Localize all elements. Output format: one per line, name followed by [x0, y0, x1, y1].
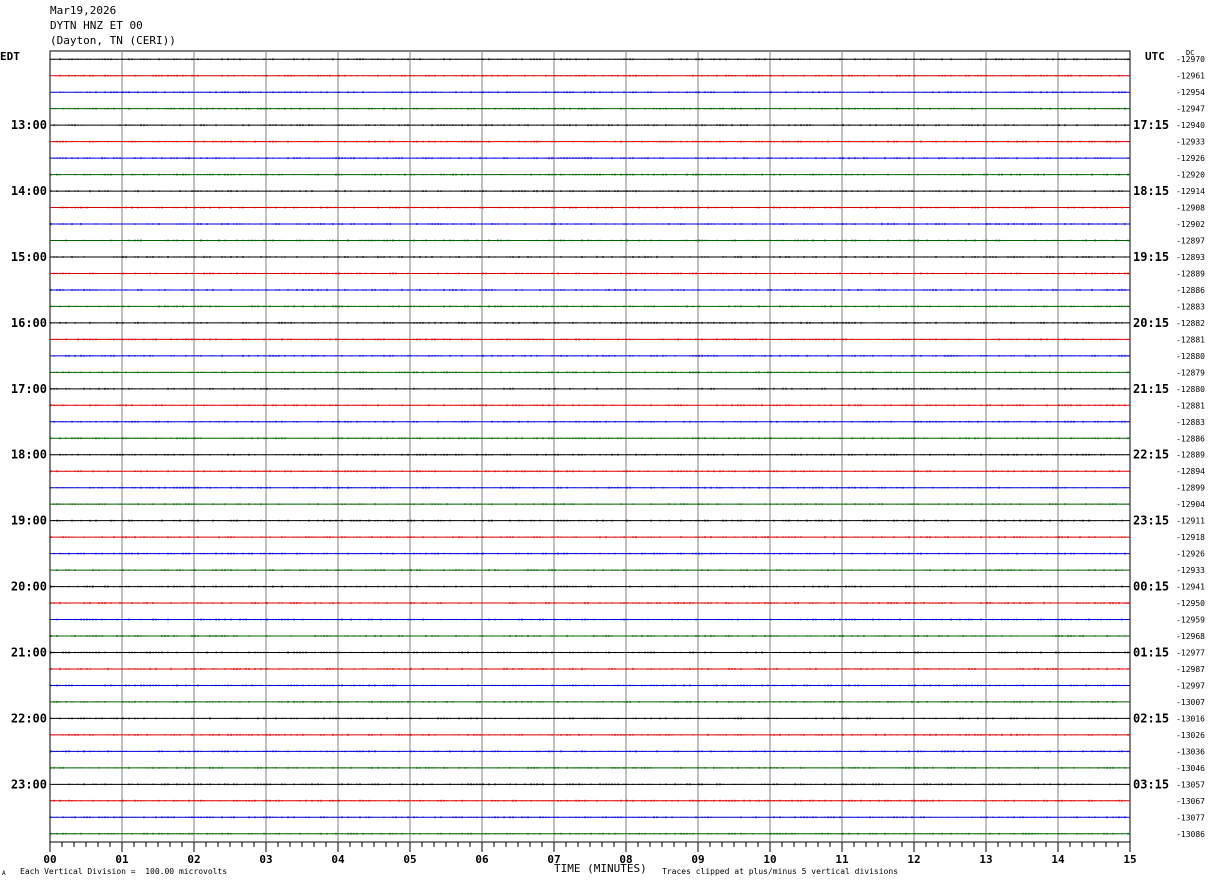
- x-axis-label: TIME (MINUTES): [554, 862, 647, 875]
- dc-offset-label: -12886: [1176, 434, 1205, 443]
- dc-label: DC: [1186, 49, 1195, 57]
- dc-offset-label: -13086: [1176, 830, 1205, 839]
- x-tick-label: 12: [907, 853, 920, 866]
- dc-offset-label: -12893: [1176, 253, 1205, 262]
- dc-offset-label: -12940: [1176, 121, 1205, 130]
- left-time-label: 13:00: [11, 118, 47, 132]
- label-layer: 00 01 02 03 04 05 06 07 08 09 10 11 12 13 14 15-12970-1…: [11, 55, 1205, 866]
- dc-offset-label: -12941: [1176, 583, 1205, 592]
- left-axis-title: EDT: [0, 50, 20, 63]
- x-tick-label: 15: [1123, 853, 1136, 866]
- x-tick-label: 03: [259, 853, 272, 866]
- dc-offset-label: -12997: [1176, 681, 1205, 690]
- left-time-label: 23:00: [11, 777, 47, 791]
- dc-offset-label: -12894: [1176, 467, 1205, 476]
- dc-offset-label: -12881: [1176, 401, 1205, 410]
- right-time-label: 22:15: [1133, 448, 1169, 462]
- right-time-label: 01:15: [1133, 645, 1169, 659]
- x-tick-label: 06: [475, 853, 489, 866]
- dc-offset-label: -12882: [1176, 319, 1205, 328]
- trace-noise-10: [59, 206, 1123, 209]
- x-tick-label: 05: [403, 853, 416, 866]
- grid-layer: [49, 50, 1131, 843]
- dc-offset-label: -12914: [1176, 187, 1205, 196]
- dc-offset-label: -12880: [1176, 385, 1205, 394]
- dc-offset-label: -12883: [1176, 302, 1205, 311]
- right-time-label: 18:15: [1133, 184, 1169, 198]
- dc-offset-label: -12879: [1176, 368, 1205, 377]
- right-time-label: 17:15: [1133, 118, 1169, 132]
- x-tick-label: 11: [835, 853, 849, 866]
- dc-offset-label: -12918: [1176, 533, 1205, 542]
- x-tick-label: 02: [187, 853, 200, 866]
- clip-note: Traces clipped at plus/minus 5 vertical …: [662, 867, 899, 876]
- x-tick-label: 10: [763, 853, 776, 866]
- dc-offset-label: -12881: [1176, 335, 1205, 344]
- dc-offset-label: -12954: [1176, 88, 1205, 97]
- left-time-label: 15:00: [11, 250, 47, 264]
- dc-offset-label: -12933: [1176, 566, 1205, 575]
- x-tick-label: 14: [1051, 853, 1065, 866]
- dc-offset-label: -12926: [1176, 550, 1205, 559]
- dc-offset-label: -13007: [1176, 698, 1205, 707]
- left-time-label: 17:00: [11, 382, 47, 396]
- dc-offset-label: -12908: [1176, 204, 1205, 213]
- dc-offset-label: -13077: [1176, 813, 1205, 822]
- x-tick-label: 04: [331, 853, 345, 866]
- scale-note: Each Vertical Division = 100.00 microvol…: [20, 867, 228, 876]
- dc-offset-label: -12886: [1176, 286, 1205, 295]
- x-tick-label: 09: [691, 853, 704, 866]
- right-time-label: 19:15: [1133, 250, 1169, 264]
- dc-offset-label: -13046: [1176, 764, 1205, 773]
- right-time-label: 23:15: [1133, 514, 1169, 528]
- dc-offset-label: -13057: [1176, 780, 1205, 789]
- dc-offset-label: -12920: [1176, 171, 1205, 180]
- left-time-label: 19:00: [11, 514, 47, 528]
- left-time-label: 21:00: [11, 645, 47, 659]
- dc-offset-label: -12987: [1176, 665, 1205, 674]
- dc-offset-label: -12904: [1176, 500, 1205, 509]
- dc-offset-label: -12889: [1176, 451, 1205, 460]
- dc-offset-label: -13067: [1176, 797, 1205, 806]
- right-time-label: 03:15: [1133, 777, 1169, 791]
- left-time-label: 20:00: [11, 580, 47, 594]
- dc-offset-label: -12899: [1176, 484, 1205, 493]
- x-axis-ticks: [49, 842, 1131, 852]
- logo-mark: A: [2, 870, 6, 877]
- left-time-label: 16:00: [11, 316, 47, 330]
- trace-layer: [50, 58, 1130, 835]
- right-time-label: 00:15: [1133, 580, 1169, 594]
- dc-offset-label: -12902: [1176, 220, 1205, 229]
- dc-offset-label: -12950: [1176, 599, 1205, 608]
- dc-offset-label: -12961: [1176, 72, 1205, 81]
- dc-offset-label: -12933: [1176, 138, 1205, 147]
- x-tick-label: 00: [43, 853, 56, 866]
- dc-offset-label: -13026: [1176, 731, 1205, 740]
- dc-offset-label: -12926: [1176, 154, 1205, 163]
- dc-offset-label: -12977: [1176, 648, 1205, 657]
- dc-offset-label: -13016: [1176, 714, 1205, 723]
- dc-offset-label: -12947: [1176, 105, 1205, 114]
- dc-offset-label: -12883: [1176, 418, 1205, 427]
- dc-offset-label: -12897: [1176, 237, 1205, 246]
- x-tick-label: 01: [115, 853, 129, 866]
- dc-offset-label: -13036: [1176, 747, 1205, 756]
- plot-frame: [49, 50, 1131, 843]
- right-time-label: 20:15: [1133, 316, 1169, 330]
- right-time-label: 21:15: [1133, 382, 1169, 396]
- left-time-label: 22:00: [11, 711, 47, 725]
- dc-offset-label: -12968: [1176, 632, 1205, 641]
- dc-offset-label: -12889: [1176, 269, 1205, 278]
- dc-offset-label: -12959: [1176, 616, 1205, 625]
- left-time-label: 14:00: [11, 184, 47, 198]
- dc-offset-label: -12880: [1176, 352, 1205, 361]
- left-time-label: 18:00: [11, 448, 47, 462]
- right-time-label: 02:15: [1133, 711, 1169, 725]
- dc-offset-label: -12911: [1176, 517, 1205, 526]
- helicorder-plot: 00 01 02 03 04 05 06 07 08 09 10 11 12 13 14 15-12970-1…: [11, 50, 1205, 866]
- x-tick-label: 13: [979, 853, 992, 866]
- right-axis-title: UTC: [1145, 50, 1165, 63]
